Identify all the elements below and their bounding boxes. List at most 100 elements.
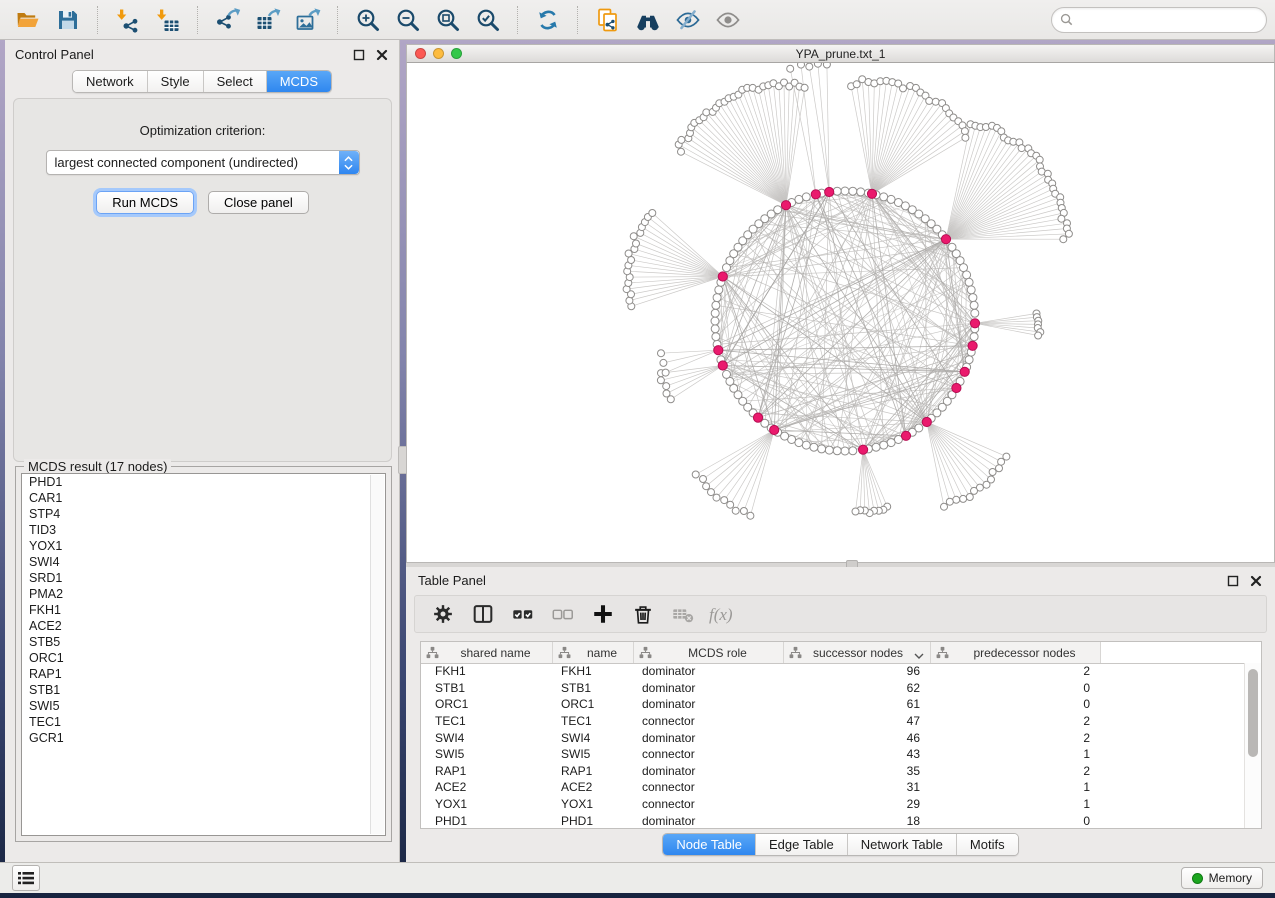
graph-hub-node[interactable] bbox=[825, 187, 834, 196]
graph-hub-node[interactable] bbox=[714, 346, 723, 355]
mcds-result-item[interactable]: STB1 bbox=[22, 682, 385, 698]
graph-hub-node[interactable] bbox=[960, 367, 969, 376]
graph-node[interactable] bbox=[723, 370, 731, 378]
float-table-panel-icon[interactable] bbox=[1225, 573, 1240, 588]
graph-node[interactable] bbox=[713, 294, 721, 302]
graph-leaf-node[interactable] bbox=[852, 508, 859, 515]
graph-hub-node[interactable] bbox=[718, 272, 727, 281]
graph-node[interactable] bbox=[711, 309, 719, 317]
create-column-icon[interactable] bbox=[585, 598, 621, 630]
table-settings-icon[interactable] bbox=[425, 598, 461, 630]
graph-leaf-node[interactable] bbox=[946, 498, 953, 505]
table-row[interactable]: PHD1PHD1dominator180 bbox=[421, 812, 1245, 828]
graph-node[interactable] bbox=[970, 333, 978, 341]
column-header-MCDS-role[interactable]: MCDS role bbox=[634, 642, 784, 663]
graph-node[interactable] bbox=[795, 439, 803, 447]
graph-hub-node[interactable] bbox=[859, 445, 868, 454]
run-mcds-button[interactable]: Run MCDS bbox=[96, 191, 194, 214]
graph-node[interactable] bbox=[810, 443, 818, 451]
tab-select[interactable]: Select bbox=[203, 71, 266, 92]
mcds-result-item[interactable]: TEC1 bbox=[22, 714, 385, 730]
graph-leaf-node[interactable] bbox=[1060, 236, 1067, 243]
table-row[interactable]: TEC1TEC1connector472 bbox=[421, 713, 1245, 730]
mcds-result-item[interactable]: PHD1 bbox=[22, 474, 385, 490]
graph-leaf-node[interactable] bbox=[926, 97, 933, 104]
float-panel-icon[interactable] bbox=[351, 47, 366, 62]
graph-node[interactable] bbox=[833, 447, 841, 455]
tab-style[interactable]: Style bbox=[147, 71, 203, 92]
graph-hub-node[interactable] bbox=[970, 319, 979, 328]
graph-node[interactable] bbox=[712, 301, 720, 309]
graph-leaf-node[interactable] bbox=[657, 377, 664, 384]
graph-leaf-node[interactable] bbox=[630, 233, 637, 240]
window-minimize-icon[interactable] bbox=[433, 48, 444, 59]
open-file-icon[interactable] bbox=[8, 3, 48, 37]
graph-leaf-node[interactable] bbox=[678, 148, 685, 155]
close-panel-button[interactable]: Close panel bbox=[208, 191, 309, 214]
graph-leaf-node[interactable] bbox=[1036, 156, 1043, 163]
graph-node[interactable] bbox=[872, 443, 880, 451]
mcds-result-item[interactable]: ORC1 bbox=[22, 650, 385, 666]
table-row[interactable]: YOX1YOX1connector291 bbox=[421, 796, 1245, 813]
graph-leaf-node[interactable] bbox=[787, 65, 794, 72]
window-close-icon[interactable] bbox=[415, 48, 426, 59]
graph-node[interactable] bbox=[841, 187, 849, 195]
graph-hub-node[interactable] bbox=[922, 417, 931, 426]
table-scrollbar-thumb[interactable] bbox=[1248, 669, 1258, 757]
save-session-icon[interactable] bbox=[48, 3, 88, 37]
graph-leaf-node[interactable] bbox=[966, 494, 973, 501]
result-scrollbar[interactable] bbox=[370, 475, 384, 834]
graph-leaf-node[interactable] bbox=[649, 210, 656, 217]
graph-node[interactable] bbox=[818, 445, 826, 453]
table-row[interactable]: ORC1ORC1dominator610 bbox=[421, 696, 1245, 713]
mcds-result-item[interactable]: GCR1 bbox=[22, 730, 385, 746]
graph-leaf-node[interactable] bbox=[801, 84, 808, 91]
graph-leaf-node[interactable] bbox=[700, 476, 707, 483]
select-all-columns-icon[interactable] bbox=[505, 598, 541, 630]
column-header-successor-nodes[interactable]: successor nodes bbox=[784, 642, 931, 663]
graph-hub-node[interactable] bbox=[811, 190, 820, 199]
graph-leaf-node[interactable] bbox=[806, 63, 813, 70]
zoom-in-icon[interactable] bbox=[348, 3, 388, 37]
graph-node[interactable] bbox=[967, 286, 975, 294]
close-panel-icon[interactable] bbox=[374, 47, 389, 62]
tab-motifs[interactable]: Motifs bbox=[956, 834, 1018, 855]
graph-node[interactable] bbox=[965, 278, 973, 286]
graph-leaf-node[interactable] bbox=[960, 495, 967, 502]
graph-leaf-node[interactable] bbox=[932, 98, 939, 105]
graph-leaf-node[interactable] bbox=[660, 359, 667, 366]
graph-node[interactable] bbox=[825, 446, 833, 454]
graph-node[interactable] bbox=[887, 439, 895, 447]
graph-node[interactable] bbox=[880, 193, 888, 201]
search-box[interactable] bbox=[1051, 7, 1267, 33]
graph-node[interactable] bbox=[715, 286, 723, 294]
table-row[interactable]: SWI5SWI5connector431 bbox=[421, 746, 1245, 763]
graph-leaf-node[interactable] bbox=[983, 481, 990, 488]
graph-node[interactable] bbox=[711, 325, 719, 333]
graph-leaf-node[interactable] bbox=[732, 507, 739, 514]
delete-column-icon[interactable] bbox=[625, 598, 661, 630]
graph-node[interactable] bbox=[712, 333, 720, 341]
graph-leaf-node[interactable] bbox=[633, 240, 640, 247]
table-row[interactable]: ACE2ACE2connector311 bbox=[421, 779, 1245, 796]
graph-node[interactable] bbox=[969, 294, 977, 302]
zoom-selected-icon[interactable] bbox=[468, 3, 508, 37]
graph-leaf-node[interactable] bbox=[996, 465, 1003, 472]
graph-node[interactable] bbox=[960, 264, 968, 272]
graph-node[interactable] bbox=[970, 301, 978, 309]
tab-network-table[interactable]: Network Table bbox=[847, 834, 956, 855]
graph-leaf-node[interactable] bbox=[703, 483, 710, 490]
close-table-panel-icon[interactable] bbox=[1248, 573, 1263, 588]
export-image-icon[interactable] bbox=[288, 3, 328, 37]
graph-hub-node[interactable] bbox=[781, 201, 790, 210]
graph-leaf-node[interactable] bbox=[941, 503, 948, 510]
graph-hub-node[interactable] bbox=[901, 431, 910, 440]
graph-leaf-node[interactable] bbox=[713, 494, 720, 501]
zoom-out-icon[interactable] bbox=[388, 3, 428, 37]
graph-leaf-node[interactable] bbox=[823, 63, 830, 68]
clone-network-icon[interactable] bbox=[588, 3, 628, 37]
memory-button[interactable]: Memory bbox=[1181, 867, 1263, 889]
graph-leaf-node[interactable] bbox=[1018, 145, 1025, 152]
graph-node[interactable] bbox=[965, 356, 973, 364]
graph-node[interactable] bbox=[802, 193, 810, 201]
